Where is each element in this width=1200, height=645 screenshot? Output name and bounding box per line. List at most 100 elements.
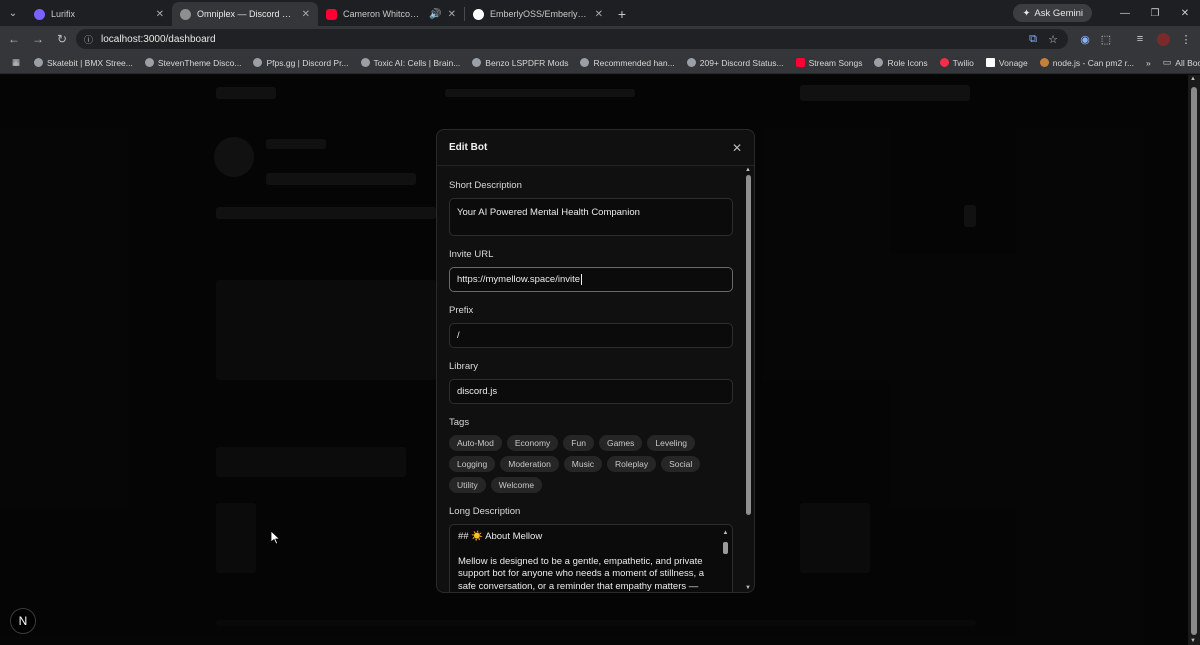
- nextjs-badge[interactable]: N: [10, 608, 36, 634]
- bookmark-item[interactable]: Recommended han...: [574, 58, 680, 68]
- tag-social[interactable]: Social: [661, 456, 701, 472]
- bookmarks-bar: ▦ Skatebit | BMX Stree... StevenTheme Di…: [0, 52, 1200, 74]
- library-field[interactable]: discord.js: [449, 379, 733, 404]
- tag-roleplay[interactable]: Roleplay: [607, 456, 657, 472]
- back-arrow-icon[interactable]: ←: [2, 27, 26, 51]
- bookmark-item[interactable]: Skatebit | BMX Stree...: [28, 58, 139, 68]
- page-scrollbar[interactable]: ▲ ▼: [1188, 75, 1200, 645]
- tag-utility[interactable]: Utility: [449, 477, 486, 493]
- speaker-icon[interactable]: 🔊: [429, 9, 441, 20]
- bookmark-item[interactable]: Vonage: [980, 58, 1034, 68]
- scroll-up-icon[interactable]: ▲: [1190, 76, 1196, 82]
- long-description-label: Long Description: [449, 506, 521, 517]
- bookmark-item[interactable]: Role Icons: [868, 58, 933, 68]
- edit-bot-modal: Edit Bot ✕ Short Description Your AI Pow…: [436, 129, 755, 593]
- address-bar[interactable]: ⓘ localhost:3000/dashboard: [76, 29, 1068, 49]
- tag-auto-mod[interactable]: Auto-Mod: [449, 435, 502, 451]
- invite-url-value: https://mymellow.space/invite: [457, 274, 581, 285]
- scroll-up-icon[interactable]: ▲: [744, 167, 752, 173]
- forward-arrow-icon[interactable]: →: [26, 27, 50, 51]
- extensions-puzzle-icon[interactable]: ⬚: [1097, 30, 1115, 48]
- tag-logging[interactable]: Logging: [449, 456, 496, 472]
- translate-icon[interactable]: ⧉: [1024, 30, 1042, 48]
- bookmark-favicon-icon: [874, 58, 884, 67]
- short-description-value: Your AI Powered Mental Health Companion: [457, 207, 640, 218]
- long-description-field[interactable]: ## ☀️ About Mellow Mellow is designed to…: [449, 524, 733, 592]
- short-description-field[interactable]: Your AI Powered Mental Health Companion: [449, 198, 733, 236]
- folder-icon: ▭: [1162, 57, 1172, 67]
- tag-games[interactable]: Games: [598, 435, 643, 451]
- tag-moderation[interactable]: Moderation: [500, 456, 559, 472]
- tab-lurifix[interactable]: Lurifix ✕: [26, 2, 172, 26]
- bookmark-item[interactable]: Stream Songs: [790, 58, 869, 68]
- tab-close-icon[interactable]: ✕: [302, 9, 310, 20]
- extension-discord-icon[interactable]: ◉: [1076, 30, 1094, 48]
- tab-close-icon[interactable]: ✕: [448, 9, 456, 20]
- prefix-label: Prefix: [449, 305, 474, 316]
- text-caret: [581, 274, 583, 285]
- minimize-button[interactable]: —: [1110, 0, 1140, 26]
- bookmark-item[interactable]: StevenTheme Disco...: [139, 58, 248, 68]
- close-icon[interactable]: ✕: [732, 141, 742, 155]
- dashboard-page: N Edit Bot ✕ Short Description Your AI P…: [0, 75, 1188, 645]
- bookmark-favicon-icon: [686, 58, 696, 67]
- all-bookmarks-button[interactable]: ▭All Bookmarks: [1157, 57, 1200, 68]
- bookmarks-overflow-icon[interactable]: »: [1140, 58, 1157, 68]
- restore-button[interactable]: ❐: [1140, 0, 1170, 26]
- invite-url-label: Invite URL: [449, 249, 494, 260]
- modal-title: Edit Bot: [449, 142, 488, 153]
- scroll-thumb[interactable]: [745, 175, 751, 515]
- prefix-field[interactable]: /: [449, 323, 733, 348]
- profile-avatar[interactable]: [1154, 30, 1172, 48]
- tab-github[interactable]: EmberlyOSS/Emberly: Emberly ✕: [465, 2, 611, 26]
- bookmark-favicon-icon: [253, 58, 263, 67]
- bookmark-favicon-icon: [472, 58, 482, 67]
- scroll-down-icon[interactable]: ▼: [745, 585, 751, 591]
- tab-youtube[interactable]: Cameron Whitcomb - Hund 🔊 ✕: [318, 2, 464, 26]
- apps-grid-icon[interactable]: ▦: [6, 57, 28, 68]
- tags-label: Tags: [449, 417, 470, 428]
- bookmark-item[interactable]: node.js - Can pm2 r...: [1034, 58, 1140, 68]
- bookmark-star-icon[interactable]: ☆: [1044, 30, 1062, 48]
- reload-icon[interactable]: ↻: [50, 27, 74, 51]
- bookmark-item[interactable]: Pfps.gg | Discord Pr...: [247, 58, 354, 68]
- youtube-favicon-icon: [795, 58, 805, 67]
- tag-music[interactable]: Music: [563, 456, 602, 472]
- bookmark-favicon-icon: [144, 58, 154, 67]
- scroll-thumb[interactable]: [723, 541, 728, 554]
- twilio-favicon-icon: [939, 58, 949, 67]
- bookmark-item[interactable]: Toxic AI: Cells | Brain...: [355, 58, 467, 68]
- tab-label: Cameron Whitcomb - Hund: [343, 9, 423, 19]
- tab-close-icon[interactable]: ✕: [156, 9, 164, 20]
- media-controls-icon[interactable]: ≡: [1131, 30, 1149, 48]
- scroll-thumb[interactable]: [1191, 87, 1197, 635]
- new-tab-button[interactable]: +: [611, 2, 633, 26]
- tag-welcome[interactable]: Welcome: [490, 477, 543, 493]
- ask-gemini-button[interactable]: ✦ Ask Gemini: [1013, 4, 1092, 22]
- tag-list: Auto-Mod Economy Fun Games Leveling Logg…: [449, 435, 733, 493]
- tag-fun[interactable]: Fun: [563, 435, 594, 451]
- bookmark-favicon-icon: [580, 58, 590, 67]
- long-description-scrollbar[interactable]: ▲: [721, 527, 730, 592]
- site-info-icon[interactable]: ⓘ: [84, 33, 93, 46]
- bookmark-item[interactable]: Benzo LSPDFR Mods: [466, 58, 574, 68]
- youtube-favicon-icon: [326, 8, 337, 20]
- bookmark-favicon-icon: [360, 58, 370, 67]
- browser-toolbar: ← → ↻ ⓘ localhost:3000/dashboard ⧉ ☆ ◉ ⬚…: [0, 26, 1200, 52]
- long-description-heading: ## ☀️ About Mellow: [458, 531, 543, 542]
- invite-url-field[interactable]: https://mymellow.space/invite: [449, 267, 733, 292]
- ask-gemini-label: Ask Gemini: [1034, 7, 1083, 19]
- bookmark-item[interactable]: Twilio: [934, 58, 980, 68]
- close-window-button[interactable]: ✕: [1170, 0, 1200, 26]
- tag-leveling[interactable]: Leveling: [647, 435, 696, 451]
- browser-menu-icon[interactable]: ⋮: [1177, 30, 1195, 48]
- bookmark-item[interactable]: 209+ Discord Status...: [681, 58, 790, 68]
- tag-economy[interactable]: Economy: [506, 435, 559, 451]
- scroll-down-icon[interactable]: ▼: [1190, 638, 1196, 644]
- scroll-up-icon[interactable]: ▲: [721, 527, 730, 540]
- tab-close-icon[interactable]: ✕: [595, 9, 603, 20]
- modal-scrollbar[interactable]: ▲: [744, 167, 752, 592]
- tab-search-icon[interactable]: ⌄: [0, 0, 26, 26]
- tab-omniplex[interactable]: Omniplex — Discord Bot List ✕: [172, 2, 318, 26]
- tab-label: EmberlyOSS/Emberly: Emberly: [490, 9, 589, 19]
